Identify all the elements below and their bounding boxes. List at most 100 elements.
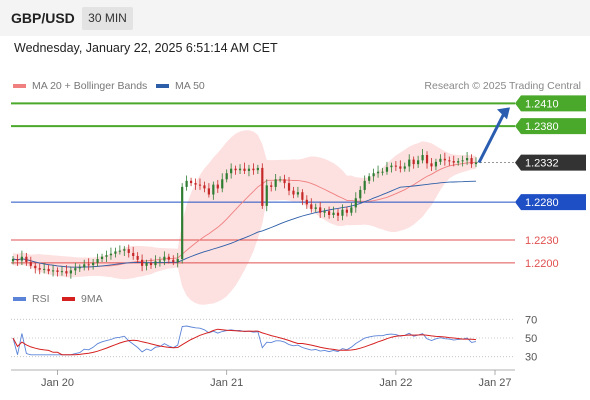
candle-body	[439, 158, 442, 162]
candle-body	[118, 250, 121, 252]
price-tag-resistance: 1.2410	[515, 95, 586, 112]
candle-body	[225, 173, 228, 180]
candle-body	[203, 185, 206, 189]
candle-body	[238, 168, 242, 171]
time-axis-label: Jan 27	[478, 377, 511, 389]
candle-body	[430, 163, 433, 167]
candle-body	[327, 211, 331, 215]
candle-body	[25, 256, 28, 263]
candle-body	[74, 268, 77, 271]
candle-body	[29, 262, 32, 266]
rsi-line	[12, 325, 477, 356]
candle	[261, 163, 264, 209]
candle-body	[92, 262, 95, 266]
candle-body	[345, 209, 348, 213]
candle-body	[443, 158, 446, 161]
candle-body	[421, 155, 424, 161]
candle-body	[310, 204, 313, 209]
candle-body	[221, 179, 224, 189]
candle-body	[198, 184, 202, 186]
candle-body	[319, 207, 322, 213]
candle-body	[394, 165, 397, 167]
candle-body	[412, 159, 415, 165]
price-tag-label: 1.2380	[525, 121, 559, 133]
candle-body	[465, 158, 469, 161]
candle-body	[132, 252, 135, 256]
candle-body	[434, 161, 438, 167]
candle-body	[181, 186, 184, 260]
candle-body	[256, 167, 259, 171]
candle-body	[136, 255, 139, 260]
candle-body	[336, 212, 340, 216]
candle-body	[185, 180, 188, 187]
price-tag-label: 1.2230	[525, 235, 559, 247]
rsi-tick-label: 70	[525, 314, 537, 326]
time-axis: Jan 20 Jan 21 Jan 22 Jan 27	[11, 369, 515, 389]
candle-body	[163, 256, 166, 261]
candle-body	[109, 253, 113, 256]
arrow-shaft	[477, 112, 506, 164]
candle-body	[141, 259, 144, 266]
candle-body	[127, 249, 130, 253]
price-tag-resistance: 1.2380	[515, 118, 586, 135]
candle-body	[38, 268, 41, 270]
candle-body	[34, 265, 37, 269]
candle-body	[189, 180, 193, 184]
candle-body	[265, 185, 268, 206]
candle-body	[243, 168, 246, 171]
candle-body	[11, 259, 15, 262]
candle-body	[212, 184, 215, 195]
candle-body	[167, 256, 170, 260]
rsi-panel: 70 50 30	[11, 314, 537, 364]
price-chart[interactable]: 1.2410 1.2380 1.2332 1.2280 1.2230 1.2200 70 5…	[0, 0, 590, 400]
time-axis-label: Jan 22	[379, 377, 412, 389]
candle-body	[417, 160, 420, 165]
candle-body	[363, 180, 366, 190]
candle-body	[247, 168, 251, 171]
candle-body	[65, 271, 68, 274]
candle-body	[51, 270, 55, 272]
price-tags: 1.2410 1.2380 1.2332 1.2280 1.2230 1.2200	[515, 95, 586, 270]
candle-body	[323, 211, 326, 213]
candle-body	[83, 264, 86, 268]
price-tag-pivot: 1.2280	[515, 194, 586, 211]
candle	[181, 183, 184, 264]
candle-body	[20, 256, 24, 261]
candle-body	[305, 199, 308, 205]
rsi-tick-label: 30	[525, 352, 537, 364]
candle-body	[123, 249, 126, 251]
candle-body	[385, 167, 389, 172]
candle	[189, 177, 193, 187]
candle-body	[390, 165, 393, 168]
candle-body	[292, 190, 295, 195]
candle-body	[216, 184, 219, 189]
candle-body	[194, 183, 197, 185]
candle-body	[287, 183, 291, 191]
projection-arrow	[477, 107, 510, 164]
price-tag-current: 1.2332	[515, 154, 586, 171]
candle-body	[43, 268, 46, 270]
candle-body	[372, 173, 375, 177]
price-tag-support: 1.2230	[525, 235, 559, 247]
candle-body	[60, 271, 64, 273]
candle-body	[301, 192, 304, 200]
bollinger-band-fill	[13, 130, 476, 305]
candle-body	[234, 168, 237, 171]
candle-body	[368, 176, 371, 181]
price-tag-label: 1.2410	[525, 98, 559, 110]
candle-body	[114, 251, 117, 254]
candle-body	[283, 179, 286, 184]
candle-body	[408, 159, 411, 167]
candle	[185, 175, 188, 191]
time-axis-label: Jan 21	[210, 377, 243, 389]
candle-body	[96, 259, 99, 263]
candle-body	[100, 256, 104, 260]
candle-body	[172, 259, 175, 263]
candle-body	[145, 262, 148, 266]
candle-body	[207, 188, 210, 195]
candle-body	[403, 166, 406, 169]
candle-body	[354, 198, 357, 208]
candle-body	[274, 179, 277, 187]
candle-body	[16, 259, 19, 261]
candle-body	[461, 160, 464, 162]
